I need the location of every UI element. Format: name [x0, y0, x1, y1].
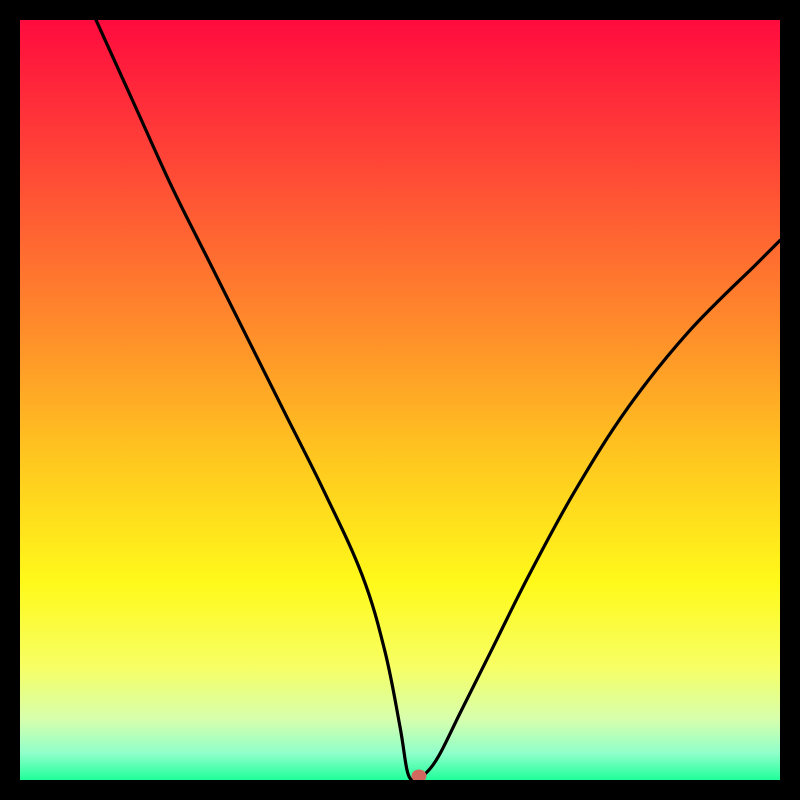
- optimal-point-marker: [412, 770, 426, 780]
- gradient-background: [20, 20, 780, 780]
- chart-svg: [20, 20, 780, 780]
- plot-area: TheBottleneck.com: [20, 20, 780, 780]
